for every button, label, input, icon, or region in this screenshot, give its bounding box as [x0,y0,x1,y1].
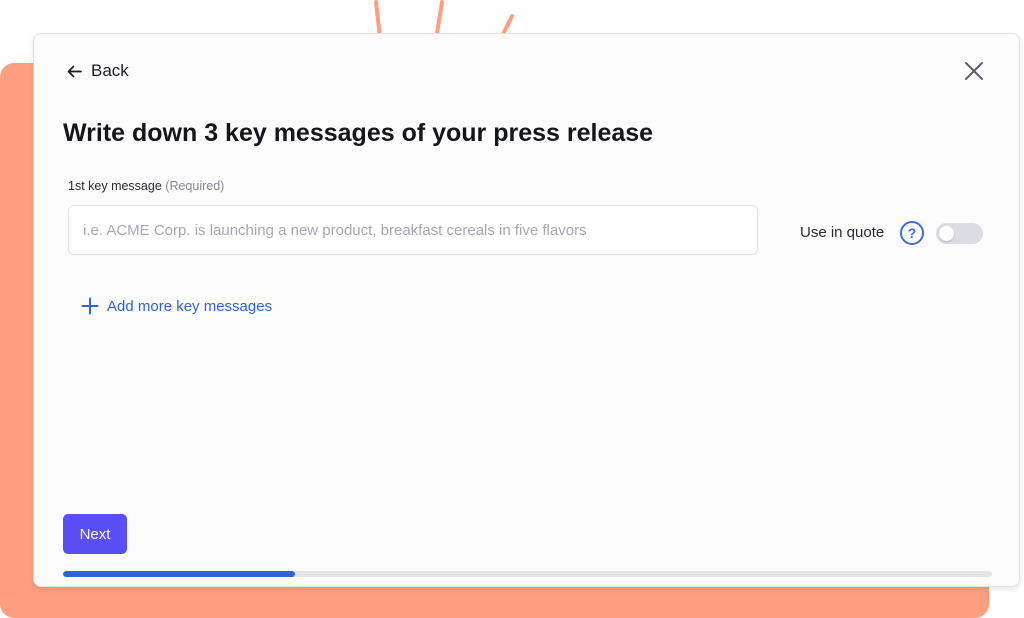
onboarding-stage: Back Write down 3 key messages of your p… [0,0,1024,618]
key-message-label: 1st key message (Required) [68,179,224,193]
back-label: Back [91,61,129,80]
plus-icon [81,297,99,315]
toggle-knob [939,226,954,241]
next-button[interactable]: Next [63,514,127,554]
add-more-key-messages-button[interactable]: Add more key messages [81,297,272,315]
page-title: Write down 3 key messages of your press … [63,119,654,147]
question-circle-icon[interactable]: ? [900,221,924,245]
key-message-input[interactable] [68,205,758,255]
use-in-quote-toggle[interactable] [936,223,983,244]
use-in-quote-label: Use in quote [800,224,885,241]
progress-bar [63,571,992,577]
required-note: (Required) [165,179,225,193]
arrow-left-icon [67,65,82,77]
close-button[interactable] [963,60,985,82]
back-button[interactable]: Back [66,60,129,82]
close-icon [965,62,983,80]
progress-fill [63,571,296,577]
key-messages-dialog: Back Write down 3 key messages of your p… [33,33,1020,587]
key-message-label-text: 1st key message [68,179,162,193]
help-glyph: ? [907,225,917,241]
add-more-label: Add more key messages [107,297,273,315]
